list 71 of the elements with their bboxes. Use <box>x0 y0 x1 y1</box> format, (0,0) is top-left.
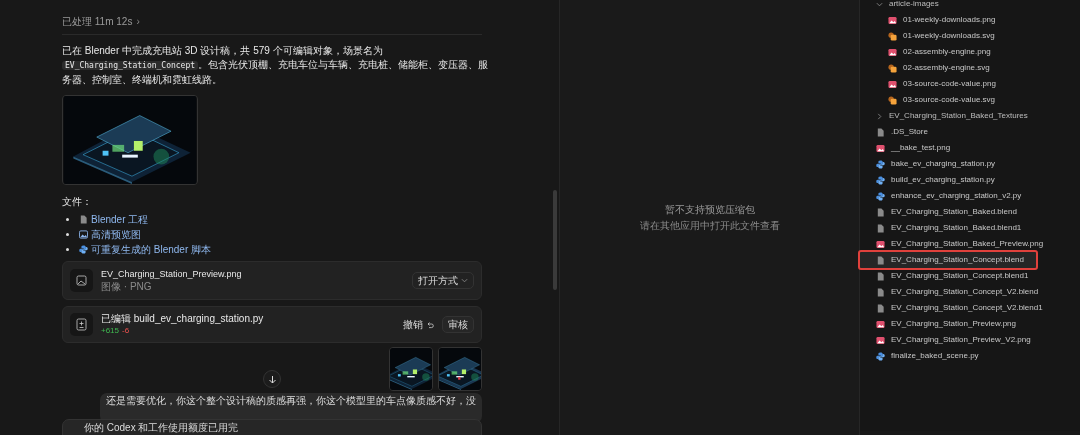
image-icon <box>888 79 897 89</box>
chevron-down-icon <box>461 277 468 284</box>
file-row[interactable]: 01-weekly-downloads.svg <box>860 28 1080 44</box>
file-row[interactable]: EV_Charging_Station_Concept_V2.blend <box>860 284 1080 300</box>
file-row[interactable]: EV_Charging_Station_Baked.blend <box>860 204 1080 220</box>
image-icon <box>876 143 885 153</box>
user-message: 还是需要优化，你这个整个设计稿的质感再强，你这个模型里的车点像质感不好，没 <box>106 395 476 407</box>
image-icon <box>876 319 885 329</box>
banner-text: 你的 Codex 和工作使用额度已用完 <box>84 422 240 434</box>
image-icon <box>888 15 897 25</box>
shapes-icon <box>888 63 897 73</box>
file-row[interactable]: finalize_baked_scene.py <box>860 348 1080 364</box>
folder-row[interactable]: EV_Charging_Station_Baked_Textures <box>860 108 1080 124</box>
shapes-icon <box>888 95 897 105</box>
preview-unsupported-title: 暂不支持预览压缩包 <box>664 203 755 217</box>
file-row[interactable]: EV_Charging_Station_Preview.png <box>860 316 1080 332</box>
python-icon <box>876 351 885 361</box>
python-icon <box>876 191 885 201</box>
file-diff-icon <box>70 313 93 336</box>
file-row[interactable]: build_ev_charging_station.py <box>860 172 1080 188</box>
file-row[interactable]: enhance_ev_charging_station_v2.py <box>860 188 1080 204</box>
preview-unsupported-hint: 请在其他应用中打开此文件查看 <box>639 219 780 233</box>
file-link[interactable]: 高清预览图 <box>79 227 141 242</box>
image-icon <box>876 335 885 345</box>
python-icon <box>79 245 88 254</box>
bullet-icon <box>66 218 69 221</box>
image-file-icon <box>70 269 93 292</box>
file-row[interactable]: 01-weekly-downloads.png <box>860 12 1080 28</box>
lines-added: +615 <box>101 325 120 336</box>
file-row[interactable]: EV_Charging_Station_Baked.blend1 <box>860 220 1080 236</box>
scroll-down-button[interactable] <box>263 370 281 388</box>
file-row[interactable]: 03-source-code-value.png <box>860 76 1080 92</box>
file-link[interactable]: 可重复生成的 Blender 脚本 <box>79 242 212 257</box>
files-heading: 文件： <box>62 195 93 209</box>
document-icon <box>79 215 88 224</box>
file-link[interactable]: Blender 工程 <box>79 212 149 227</box>
assistant-message: 已在 Blender 中完成充电站 3D 设计稿，共 579 个可编辑对象，场景名为 EV_Charging_Station_Concept 。包含光伏顶棚、充电车位与车辆、充电桩、储能柜、变压器、服务器、控制室、终端机和霓虹线路。 <box>62 44 490 87</box>
file-row[interactable]: __bake_test.png <box>860 140 1080 156</box>
file-row[interactable]: EV_Charging_Station_Preview_V2.png <box>860 332 1080 348</box>
file-row[interactable]: EV_Charging_Station_Concept_V2.blend1 <box>860 300 1080 316</box>
file-row[interactable]: 02-assembly-engine.svg <box>860 60 1080 76</box>
processing-status: 已处理 11m 12s <box>62 15 133 29</box>
image-icon <box>79 230 88 239</box>
review-button[interactable]: 审核 <box>442 316 474 333</box>
file-row[interactable]: 03-source-code-value.svg <box>860 92 1080 108</box>
image-icon <box>888 47 897 57</box>
file-row[interactable]: EV_Charging_Station_Concept.blend <box>860 252 1036 268</box>
arrow-down-icon <box>267 374 277 384</box>
undo-icon <box>426 320 434 329</box>
document-icon <box>876 127 885 137</box>
file-row[interactable]: .DS_Store <box>860 124 1080 140</box>
file-row[interactable]: EV_Charging_Station_Concept.blend1 <box>860 268 1080 284</box>
folder-row[interactable]: article-images <box>860 0 1080 12</box>
expand-chevron[interactable]: › <box>136 14 140 29</box>
shapes-icon <box>888 31 897 41</box>
undo-button[interactable]: 撤销 <box>403 317 434 332</box>
python-icon <box>876 175 885 185</box>
file-row[interactable]: EV_Charging_Station_Baked_Preview.png <box>860 236 1080 252</box>
file-row[interactable]: 02-assembly-engine.png <box>860 44 1080 60</box>
python-icon <box>876 159 885 169</box>
chevron-right-icon <box>876 112 883 120</box>
lines-removed: -6 <box>122 325 130 336</box>
file-row[interactable]: bake_ev_charging_station.py <box>860 156 1080 172</box>
chevron-down-icon <box>876 0 883 8</box>
edited-file-title: 已编辑 build_ev_charging_station.py <box>101 313 265 324</box>
open-with-button[interactable]: 打开方式 <box>412 272 474 289</box>
attachment-type: 图像 · PNG <box>101 281 153 293</box>
attachment-name: EV_Charging_Station_Preview.png <box>101 268 243 280</box>
bullet-icon <box>66 248 69 251</box>
bullet-icon <box>66 233 69 236</box>
image-icon <box>876 239 885 249</box>
